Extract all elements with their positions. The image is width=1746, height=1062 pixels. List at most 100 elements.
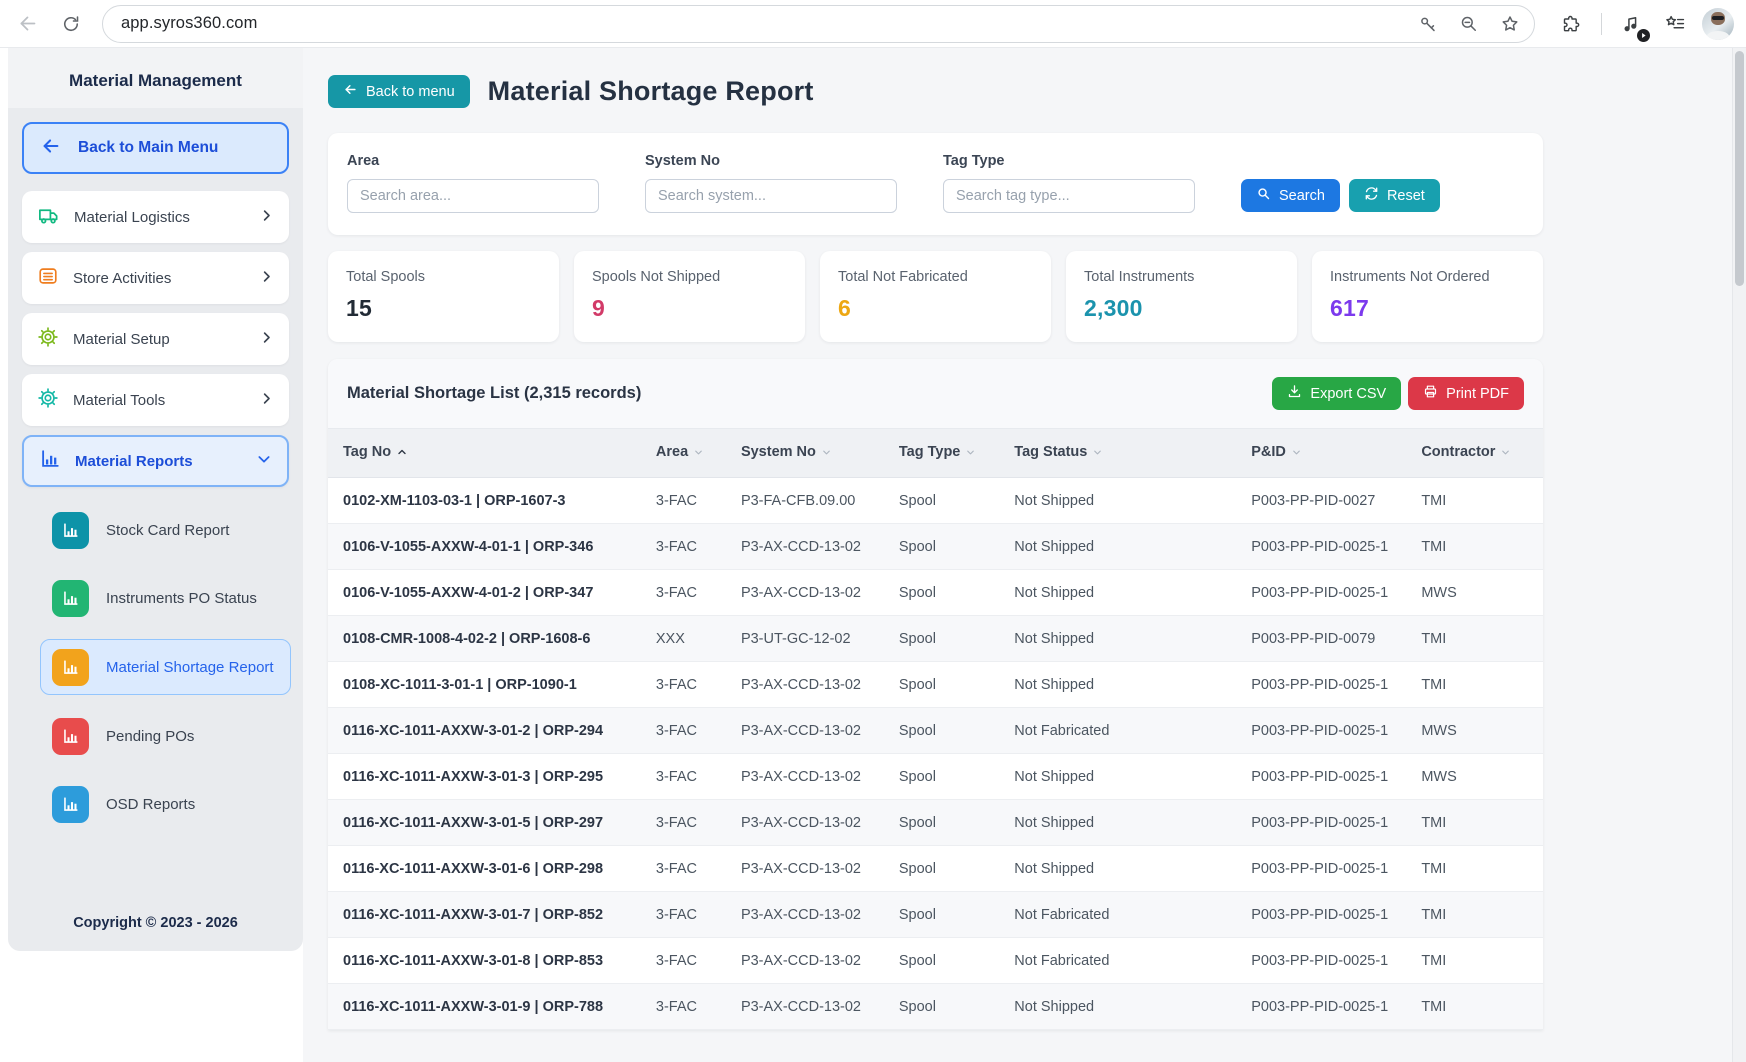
url-text[interactable]: app.syros360.com (121, 14, 1401, 33)
url-bar[interactable]: app.syros360.com (102, 5, 1535, 43)
cell-tag-type: Spool (887, 846, 1002, 892)
cell-tag-type: Spool (887, 524, 1002, 570)
reset-label: Reset (1387, 188, 1425, 204)
stat-value: 15 (346, 295, 541, 322)
truck-icon (37, 204, 60, 231)
stat-value: 6 (838, 295, 1033, 322)
table-row: 0116-XC-1011-AXXW-3-01-7 | ORP-852 3-FAC… (328, 892, 1543, 938)
bar-chart-icon (39, 448, 61, 474)
table-row: 0106-V-1055-AXXW-4-01-1 | ORP-346 3-FAC … (328, 524, 1543, 570)
sidebar-item-material-logistics[interactable]: Material Logistics (22, 191, 289, 243)
submenu-item-stock-card-report[interactable]: Stock Card Report (52, 503, 293, 557)
column-header-tag-status[interactable]: Tag Status (1002, 429, 1239, 478)
avatar-shoulders (1706, 31, 1730, 40)
cell-system-no: P3-AX-CCD-13-02 (729, 754, 887, 800)
stat-card-spools-not-shipped: Spools Not Shipped 9 (574, 251, 805, 342)
bar-chart-icon (52, 718, 89, 755)
export-csv-button[interactable]: Export CSV (1272, 377, 1401, 410)
table-row: 0116-XC-1011-AXXW-3-01-6 | ORP-298 3-FAC… (328, 846, 1543, 892)
system-no-label: System No (645, 153, 897, 169)
password-key-icon[interactable] (1414, 10, 1442, 38)
cell-area: 3-FAC (644, 662, 729, 708)
back-to-menu-button[interactable]: Back to menu (328, 75, 470, 108)
chevron-right-icon (259, 269, 274, 288)
cell-pid: P003-PP-PID-0025-1 (1239, 524, 1409, 570)
system-no-input[interactable] (645, 179, 897, 213)
cell-pid: P003-PP-PID-0025-1 (1239, 984, 1409, 1030)
column-header-pid[interactable]: P&ID (1239, 429, 1409, 478)
sidebar-item-material-setup[interactable]: Material Setup (22, 313, 289, 365)
cell-system-no: P3-AX-CCD-13-02 (729, 708, 887, 754)
shortage-list-card: Material Shortage List (2,315 records) E… (328, 359, 1543, 1030)
sidebar-item-material-tools[interactable]: Material Tools (22, 374, 289, 426)
area-input[interactable] (347, 179, 599, 213)
column-header-area[interactable]: Area (644, 429, 729, 478)
sidebar-item-label: Store Activities (73, 270, 245, 287)
table-row: 0108-CMR-1008-4-02-2 | ORP-1608-6 XXX P3… (328, 616, 1543, 662)
table-row: 0116-XC-1011-AXXW-3-01-2 | ORP-294 3-FAC… (328, 708, 1543, 754)
submenu-item-material-shortage-report[interactable]: Material Shortage Report (40, 639, 291, 695)
cell-tag-no: 0108-XC-1011-3-01-1 | ORP-1090-1 (328, 662, 644, 708)
print-pdf-button[interactable]: Print PDF (1408, 377, 1524, 410)
cell-tag-no: 0102-XM-1103-03-1 | ORP-1607-3 (328, 478, 644, 524)
cell-system-no: P3-AX-CCD-13-02 (729, 524, 887, 570)
chevron-down-icon (821, 446, 832, 462)
chevron-down-icon (965, 446, 976, 462)
cell-system-no: P3-FA-CFB.09.00 (729, 478, 887, 524)
cell-contractor: TMI (1409, 846, 1543, 892)
cell-tag-status: Not Shipped (1002, 524, 1239, 570)
chevron-right-icon (259, 330, 274, 349)
favorites-list-icon[interactable] (1658, 7, 1692, 41)
chevron-right-icon (259, 391, 274, 410)
column-label: Tag No (343, 444, 391, 460)
cell-tag-no: 0116-XC-1011-AXXW-3-01-8 | ORP-853 (328, 938, 644, 984)
sidebar-item-material-reports[interactable]: Material Reports (22, 435, 289, 487)
bar-chart-icon (52, 649, 89, 686)
filter-field-tag-type: Tag Type (943, 153, 1195, 213)
arrow-left-icon (40, 135, 62, 162)
search-button[interactable]: Search (1241, 179, 1340, 212)
profile-avatar[interactable] (1702, 8, 1734, 40)
back-to-main-menu-button[interactable]: Back to Main Menu (22, 122, 289, 174)
cell-contractor: TMI (1409, 938, 1543, 984)
cell-area: 3-FAC (644, 938, 729, 984)
zoom-out-icon[interactable] (1455, 10, 1483, 38)
media-controls-icon[interactable] (1614, 7, 1648, 41)
reset-button[interactable]: Reset (1349, 179, 1440, 212)
cell-tag-type: Spool (887, 570, 1002, 616)
cell-tag-no: 0116-XC-1011-AXXW-3-01-6 | ORP-298 (328, 846, 644, 892)
submenu-item-label: Pending POs (106, 728, 194, 745)
sidebar-item-store-activities[interactable]: Store Activities (22, 252, 289, 304)
page-scrollbar[interactable] (1732, 48, 1746, 1062)
browser-back-icon[interactable] (10, 7, 44, 41)
column-header-tag-no[interactable]: Tag No (328, 429, 644, 478)
cell-tag-no: 0116-XC-1011-AXXW-3-01-9 | ORP-788 (328, 984, 644, 1030)
cell-pid: P003-PP-PID-0025-1 (1239, 938, 1409, 984)
cell-tag-status: Not Shipped (1002, 800, 1239, 846)
filter-actions: Search Reset (1241, 179, 1440, 213)
cell-area: 3-FAC (644, 708, 729, 754)
scrollbar-thumb[interactable] (1735, 51, 1744, 286)
column-label: Tag Status (1014, 444, 1087, 460)
shortage-table: Tag No Area System No Tag Type Tag Statu… (328, 428, 1543, 1030)
submenu-item-instruments-po-status[interactable]: Instruments PO Status (52, 571, 293, 625)
submenu-item-pending-pos[interactable]: Pending POs (52, 709, 293, 763)
cell-area: 3-FAC (644, 570, 729, 616)
tag-type-input[interactable] (943, 179, 1195, 213)
cell-contractor: MWS (1409, 708, 1543, 754)
column-header-tag-type[interactable]: Tag Type (887, 429, 1002, 478)
column-header-contractor[interactable]: Contractor (1409, 429, 1543, 478)
bookmark-star-icon[interactable] (1496, 10, 1524, 38)
browser-refresh-icon[interactable] (54, 7, 88, 41)
stat-card-instruments-not-ordered: Instruments Not Ordered 617 (1312, 251, 1543, 342)
extensions-puzzle-icon[interactable] (1555, 7, 1589, 41)
sidebar-item-label: Material Logistics (74, 209, 245, 226)
cell-tag-status: Not Shipped (1002, 846, 1239, 892)
cell-contractor: MWS (1409, 570, 1543, 616)
cell-area: 3-FAC (644, 524, 729, 570)
column-header-system-no[interactable]: System No (729, 429, 887, 478)
cell-tag-type: Spool (887, 754, 1002, 800)
refresh-icon (1364, 186, 1379, 205)
submenu-item-osd-reports[interactable]: OSD Reports (52, 777, 293, 831)
cell-area: 3-FAC (644, 800, 729, 846)
